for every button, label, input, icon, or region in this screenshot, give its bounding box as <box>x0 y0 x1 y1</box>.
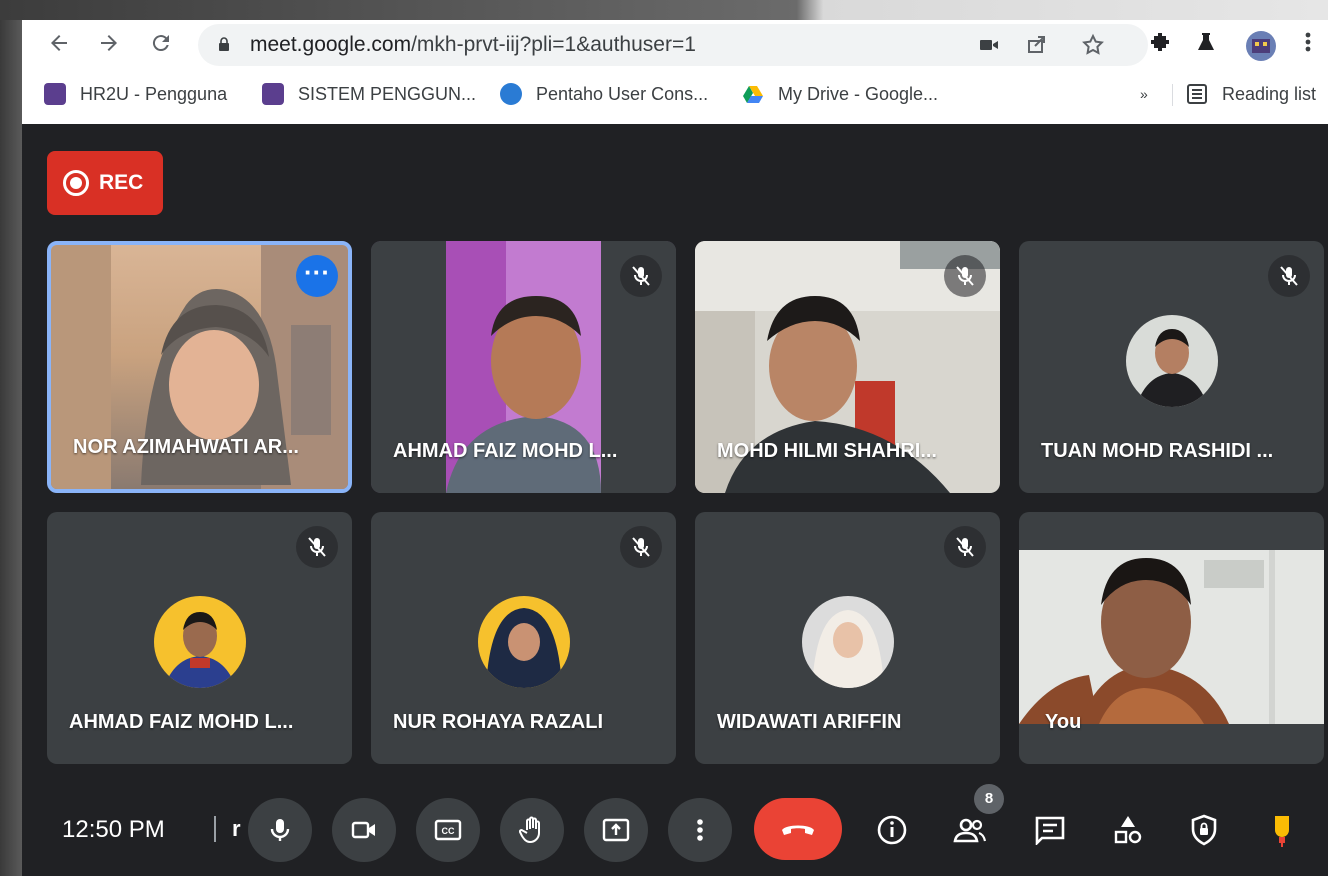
leave-call-button[interactable] <box>754 798 842 860</box>
profile-avatar-icon[interactable] <box>1244 30 1278 61</box>
mic-muted-icon <box>1268 255 1310 297</box>
hang-up-phone-icon <box>782 825 814 835</box>
meeting-clock: 12:50 PM <box>62 816 165 843</box>
mic-muted-icon <box>944 526 986 568</box>
recording-label: REC <box>99 171 144 194</box>
browser-toolbar: meet.google.com/mkh-prvt-iij?pli=1&authu… <box>22 20 1328 68</box>
more-options-button[interactable] <box>668 798 732 862</box>
present-screen-icon <box>602 818 630 842</box>
mic-muted-icon <box>620 255 662 297</box>
participant-tile[interactable]: AHMAD FAIZ MOHD L... <box>371 241 676 493</box>
captions-button[interactable]: CC <box>416 798 480 862</box>
more-options-icon[interactable]: ··· <box>296 255 338 297</box>
participant-tile[interactable]: ··· NOR AZIMAHWATI AR... <box>47 241 352 493</box>
microphone-button[interactable] <box>248 798 312 862</box>
activities-shapes-icon <box>1114 816 1142 844</box>
closed-captions-icon: CC <box>434 819 462 841</box>
bookmarks-divider <box>1172 84 1173 106</box>
recording-indicator[interactable]: REC <box>47 151 163 215</box>
participant-tile[interactable]: NUR ROHAYA RAZALI <box>371 512 676 764</box>
kebab-menu-icon <box>697 819 703 841</box>
chat-icon <box>1035 816 1065 845</box>
participant-name: MOHD HILMI SHAHRI... <box>717 440 937 462</box>
participant-name: AHMAD FAIZ MOHD L... <box>393 440 618 462</box>
back-arrow-icon[interactable] <box>44 28 74 58</box>
self-video <box>1019 550 1324 724</box>
overflow-label: » <box>1140 86 1148 102</box>
bookmarks-overflow-button[interactable]: » <box>1140 82 1148 106</box>
participant-name: WIDAWATI ARIFFIN <box>717 711 902 733</box>
avatar <box>1125 315 1218 407</box>
record-icon <box>63 170 89 196</box>
participant-tile[interactable]: TUAN MOHD RASHIDI ... <box>1019 241 1324 493</box>
share-icon[interactable] <box>1024 33 1050 59</box>
university-crest-icon <box>262 83 284 105</box>
info-icon <box>877 815 907 845</box>
bookmark-label: My Drive - Google... <box>778 83 939 104</box>
address-bar[interactable]: meet.google.com/mkh-prvt-iij?pli=1&authu… <box>198 24 1148 66</box>
participant-count-badge: 8 <box>974 784 1004 814</box>
camera-icon[interactable] <box>976 33 1002 59</box>
bookmark-label: HR2U - Pengguna <box>80 83 228 104</box>
bookmarks-bar: HR2U - Pengguna SISTEM PENGGUN... Pentah… <box>22 72 1328 116</box>
activities-button[interactable] <box>1106 808 1150 852</box>
lock-icon <box>219 37 229 51</box>
raise-hand-icon <box>519 816 540 844</box>
bookmark-hr2u[interactable]: HR2U - Pengguna <box>44 82 227 106</box>
bookmark-my-drive[interactable]: My Drive - Google... <box>742 82 938 106</box>
reload-icon[interactable] <box>146 28 176 58</box>
microphone-icon <box>270 819 290 841</box>
mic-muted-icon <box>944 255 986 297</box>
mic-muted-icon <box>296 526 338 568</box>
companion-button[interactable] <box>1260 808 1304 852</box>
backdrop-top <box>0 0 1328 20</box>
reading-list-icon <box>1187 84 1207 104</box>
present-screen-button[interactable] <box>584 798 648 862</box>
raise-hand-button[interactable] <box>500 798 564 862</box>
avatar <box>801 596 894 688</box>
camera-button[interactable] <box>332 798 396 862</box>
participant-tile[interactable]: WIDAWATI ARIFFIN <box>695 512 1000 764</box>
reading-list-label: Reading list <box>1222 83 1317 104</box>
host-controls-button[interactable] <box>1182 808 1226 852</box>
pentaho-logo-icon <box>500 83 522 105</box>
university-crest-icon <box>44 83 66 105</box>
extensions-icon[interactable] <box>1146 30 1174 58</box>
chat-button[interactable] <box>1028 808 1072 852</box>
clock-divider <box>214 816 216 842</box>
avatar <box>153 596 246 688</box>
participant-name: NUR ROHAYA RAZALI <box>393 711 604 733</box>
self-view-tile[interactable]: You <box>1019 512 1324 764</box>
kebab-menu-icon[interactable] <box>1294 30 1322 58</box>
video-camera-icon <box>351 821 375 839</box>
people-button[interactable] <box>948 808 992 852</box>
svg-text:CC: CC <box>442 826 455 836</box>
url-text: meet.google.com/mkh-prvt-iij?pli=1&authu… <box>250 33 696 56</box>
participant-tile[interactable]: AHMAD FAIZ MOHD L... <box>47 512 352 764</box>
google-drive-icon <box>743 86 763 103</box>
people-icon <box>953 818 987 843</box>
labs-flask-icon[interactable] <box>1192 30 1220 58</box>
shield-lock-icon <box>1191 814 1217 846</box>
mic-muted-icon <box>620 526 662 568</box>
meeting-code: r <box>232 816 241 841</box>
meeting-details-button[interactable] <box>870 808 914 852</box>
participant-name: You <box>1045 711 1082 733</box>
bookmark-sistem-pengguna[interactable]: SISTEM PENGGUN... <box>262 82 476 106</box>
participant-name: TUAN MOHD RASHIDI ... <box>1041 440 1274 462</box>
forward-arrow-icon[interactable] <box>94 28 124 58</box>
bookmark-pentaho[interactable]: Pentaho User Cons... <box>500 82 708 106</box>
participant-name: NOR AZIMAHWATI AR... <box>73 436 299 458</box>
backdrop-left <box>0 0 22 876</box>
bookmark-star-icon[interactable] <box>1080 33 1106 59</box>
bookmark-label: Pentaho User Cons... <box>536 83 709 104</box>
meeting-controls-bar: 12:50 PM r CC 8 <box>22 780 1328 876</box>
avatar <box>477 596 570 688</box>
participant-name: AHMAD FAIZ MOHD L... <box>69 711 294 733</box>
bookmark-label: SISTEM PENGGUN... <box>298 83 477 104</box>
lightbulb-icon <box>1275 816 1289 847</box>
participant-tile[interactable]: MOHD HILMI SHAHRI... <box>695 241 1000 493</box>
reading-list-button[interactable]: Reading list <box>1186 82 1316 106</box>
